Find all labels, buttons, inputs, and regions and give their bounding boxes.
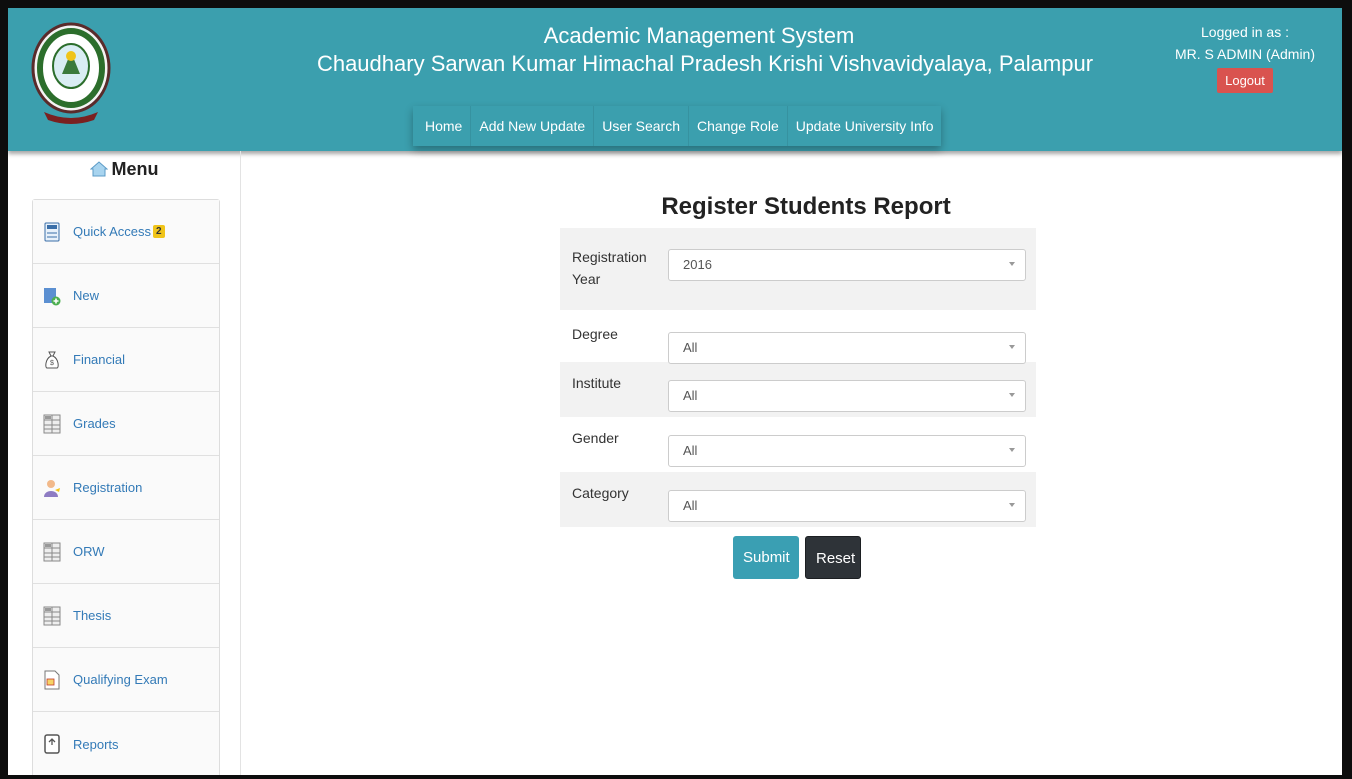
menu-list: Quick Access 2 New $ Financial Grades Re… bbox=[32, 199, 220, 775]
header: Academic Management System Chaudhary Sar… bbox=[8, 8, 1342, 151]
dropdown-arrow-icon bbox=[1009, 262, 1015, 266]
gender-select[interactable]: All bbox=[668, 435, 1026, 467]
login-info: Logged in as : MR. S ADMIN (Admin) Logou… bbox=[1160, 22, 1330, 93]
report-form: Registration Year 2016 Degree All Instit… bbox=[560, 228, 1036, 527]
institute-select[interactable]: All bbox=[668, 380, 1026, 412]
home-icon bbox=[89, 161, 108, 177]
institute-label: Institute bbox=[572, 375, 622, 391]
svg-text:$: $ bbox=[50, 360, 54, 367]
dropdown-arrow-icon bbox=[1009, 503, 1015, 507]
sidebar-item-new[interactable]: New bbox=[33, 264, 219, 328]
sidebar-item-label: Registration bbox=[73, 480, 143, 495]
logout-button[interactable]: Logout bbox=[1217, 68, 1273, 93]
user-name: MR. S ADMIN (Admin) bbox=[1174, 46, 1315, 62]
select-value: 2016 bbox=[683, 257, 712, 272]
nav-home[interactable]: Home bbox=[413, 106, 470, 146]
select-value: All bbox=[683, 340, 698, 355]
sidebar-item-label: Quick Access bbox=[73, 224, 152, 239]
notification-badge: 2 bbox=[153, 225, 165, 238]
category-label: Category bbox=[572, 485, 629, 501]
sidebar-item-label: Qualifying Exam bbox=[73, 672, 168, 687]
gender-label: Gender bbox=[572, 430, 619, 446]
degree-select[interactable]: All bbox=[668, 332, 1026, 364]
sidebar-item-label: ORW bbox=[73, 544, 105, 559]
report-icon bbox=[44, 734, 60, 754]
sidebar: Menu Quick Access 2 New $ Financial Grad… bbox=[24, 151, 241, 775]
dropdown-arrow-icon bbox=[1009, 393, 1015, 397]
app-title: Academic Management System bbox=[543, 23, 855, 48]
money-bag-icon: $ bbox=[45, 351, 59, 368]
reset-button[interactable]: Reset bbox=[805, 536, 861, 579]
category-select[interactable]: All bbox=[668, 490, 1026, 522]
form-buttons: Submit Reset bbox=[733, 536, 861, 579]
new-document-icon bbox=[44, 287, 61, 305]
nav-change-role[interactable]: Change Role bbox=[688, 106, 787, 146]
sidebar-item-thesis[interactable]: Thesis bbox=[33, 584, 219, 648]
nav-update-university-info[interactable]: Update University Info bbox=[786, 106, 942, 146]
menu-heading: Menu bbox=[24, 159, 224, 180]
degree-label: Degree bbox=[572, 326, 618, 342]
registration-year-label: Registration Year bbox=[572, 249, 647, 287]
grid-icon bbox=[43, 542, 61, 561]
app-window: Academic Management System Chaudhary Sar… bbox=[0, 0, 1352, 779]
select-value: All bbox=[683, 443, 698, 458]
sidebar-item-label: Thesis bbox=[73, 608, 112, 623]
calculator-icon bbox=[44, 222, 60, 241]
grid-icon bbox=[43, 414, 61, 433]
form-row-category: Category All bbox=[560, 472, 1036, 527]
menu-title: Menu bbox=[111, 159, 159, 179]
form-row-gender: Gender All bbox=[560, 417, 1036, 472]
dropdown-arrow-icon bbox=[1009, 345, 1015, 349]
dropdown-arrow-icon bbox=[1009, 448, 1015, 452]
sidebar-item-grades[interactable]: Grades bbox=[33, 392, 219, 456]
sidebar-item-orw[interactable]: ORW bbox=[33, 520, 219, 584]
sidebar-item-financial[interactable]: $ Financial bbox=[33, 328, 219, 392]
sidebar-item-label: Financial bbox=[73, 352, 126, 367]
select-value: All bbox=[683, 498, 698, 513]
submit-button[interactable]: Submit bbox=[733, 536, 799, 579]
page-title: Register Students Report bbox=[661, 193, 951, 220]
form-row-degree: Degree All bbox=[560, 310, 1036, 364]
sidebar-item-label: Grades bbox=[73, 416, 116, 431]
form-row-registration-year: Registration Year 2016 bbox=[560, 228, 1036, 310]
logged-in-label: Logged in as : bbox=[1201, 24, 1289, 40]
grid-icon bbox=[43, 606, 61, 625]
title-block: Academic Management System Chaudhary Sar… bbox=[8, 22, 1342, 78]
sidebar-item-quick-access[interactable]: Quick Access 2 bbox=[33, 200, 219, 264]
form-row-institute: Institute All bbox=[560, 362, 1036, 417]
sidebar-item-label: New bbox=[73, 288, 100, 303]
nav-add-new-update[interactable]: Add New Update bbox=[470, 106, 593, 146]
sidebar-item-registration[interactable]: Registration bbox=[33, 456, 219, 520]
sidebar-item-reports[interactable]: Reports bbox=[33, 712, 219, 775]
university-name: Chaudhary Sarwan Kumar Himachal Pradesh … bbox=[316, 51, 1094, 76]
select-value: All bbox=[683, 388, 698, 403]
sidebar-item-label: Reports bbox=[73, 736, 119, 752]
registration-year-select[interactable]: 2016 bbox=[668, 249, 1026, 281]
nav-user-search[interactable]: User Search bbox=[593, 106, 688, 146]
top-nav: Home Add New Update User Search Change R… bbox=[413, 106, 942, 146]
sidebar-item-qualifying-exam[interactable]: Qualifying Exam bbox=[33, 648, 219, 712]
user-icon bbox=[44, 479, 60, 497]
document-icon bbox=[44, 670, 60, 689]
